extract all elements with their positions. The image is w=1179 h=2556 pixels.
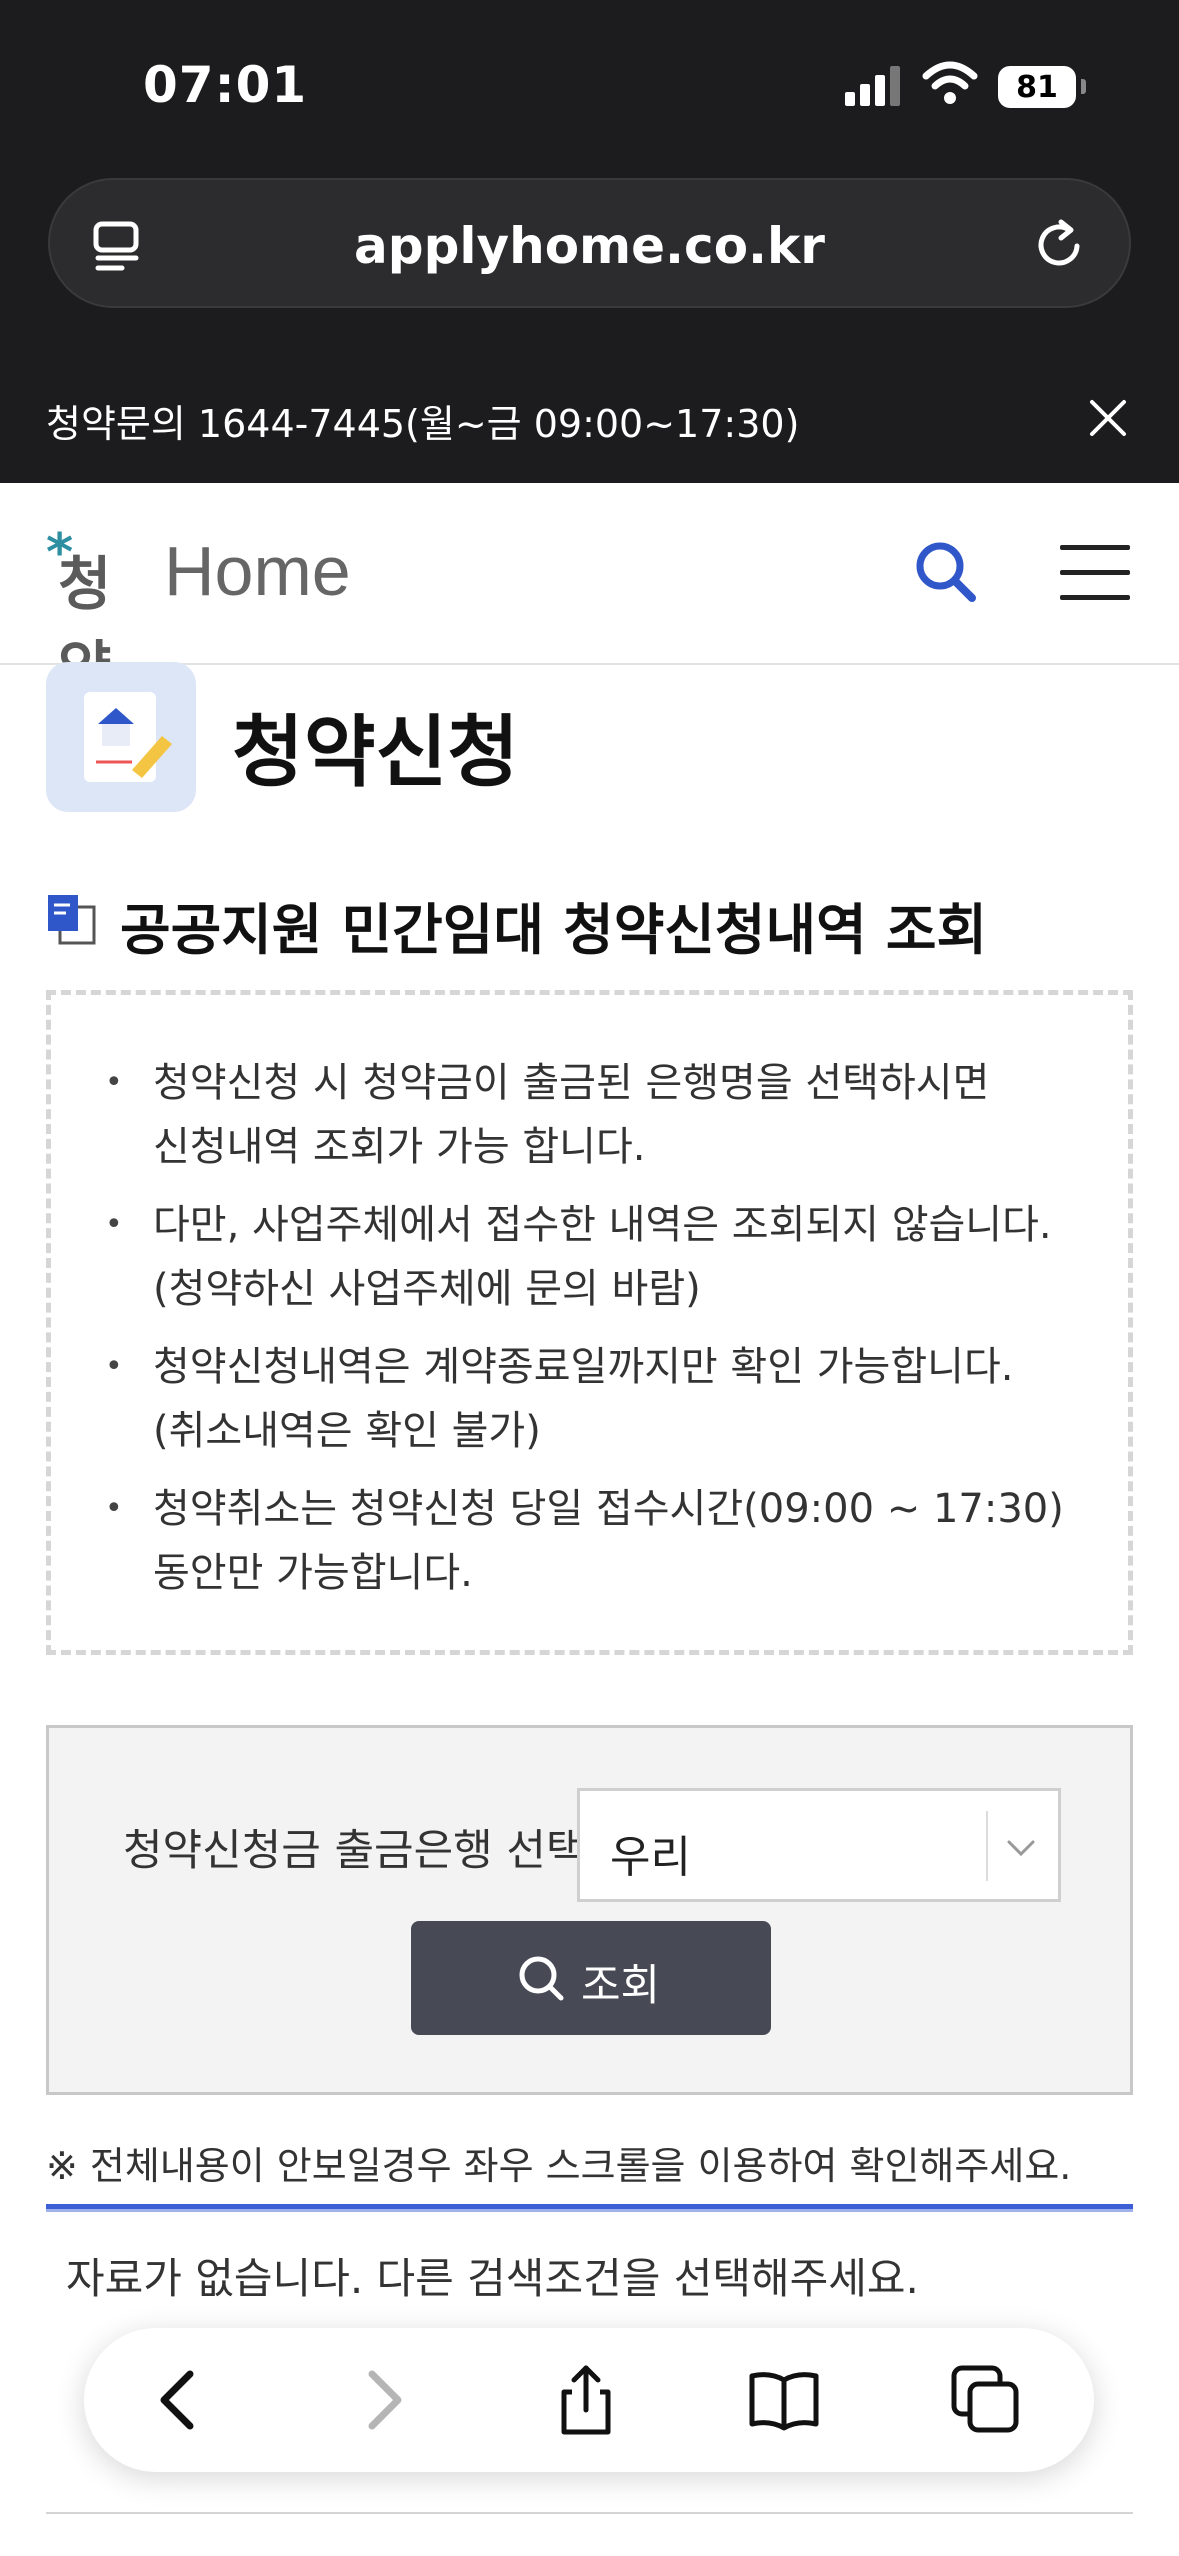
bank-select-value: 우리 xyxy=(610,1832,691,1883)
page-title: 청약신청 xyxy=(232,708,520,798)
document-icon xyxy=(48,895,96,945)
query-button-label: 조회 xyxy=(581,1961,661,2011)
select-divider xyxy=(986,1811,988,1881)
close-icon[interactable] xyxy=(1086,396,1130,440)
info-item-line: (취소내역은 확인 불가) xyxy=(153,1408,541,1454)
empty-result-message: 자료가 없습니다. 다른 검색조건을 선택해주세요. xyxy=(66,2254,919,2303)
search-icon xyxy=(519,1956,564,2001)
inquiry-notice-text: 청약문의 1644-7445(월~금 09:00~17:30) xyxy=(46,402,800,446)
info-item: 청약취소는 청약신청 당일 접수시간(09:00 ~ 17:30) 동안만 가능… xyxy=(105,1477,1105,1605)
info-item: 청약신청 시 청약금이 출금된 은행명을 선택하시면 신청내역 조회가 가능 합… xyxy=(105,1051,1105,1179)
search-form: 청약신청금 출금은행 선택 우리 조회 xyxy=(46,1725,1133,2095)
url-text[interactable]: applyhome.co.kr xyxy=(50,217,1129,275)
wifi-icon xyxy=(922,61,978,104)
reload-icon[interactable] xyxy=(1031,216,1089,274)
battery-indicator: 81 xyxy=(998,66,1086,108)
info-list: 청약신청 시 청약금이 출금된 은행명을 선택하시면 신청내역 조회가 가능 합… xyxy=(105,1051,1105,1619)
info-item: 청약신청내역은 계약종료일까지만 확인 가능합니다. (취소내역은 확인 불가) xyxy=(105,1335,1105,1463)
status-time: 07:01 xyxy=(143,56,308,114)
hamburger-menu-icon[interactable] xyxy=(1060,543,1130,603)
search-icon[interactable] xyxy=(912,538,980,606)
bank-select[interactable]: 우리 xyxy=(577,1788,1061,1902)
tabs-icon[interactable] xyxy=(950,2364,1022,2436)
forward-icon[interactable] xyxy=(346,2364,418,2436)
info-notice-box: 청약신청 시 청약금이 출금된 은행명을 선택하시면 신청내역 조회가 가능 합… xyxy=(46,990,1133,1655)
table-top-rule xyxy=(46,2204,1133,2212)
scroll-note: ※ 전체내용이 안보일경우 좌우 스크롤을 이용하여 확인해주세요. xyxy=(46,2144,1072,2188)
browser-chrome: 07:01 81 applyhome.co.kr 청약문의 1644-7445(… xyxy=(0,0,1179,483)
site-header: * 청약 Home xyxy=(0,483,1179,702)
browser-toolbar xyxy=(84,2328,1094,2472)
back-icon[interactable] xyxy=(144,2364,216,2436)
bank-select-label: 청약신청금 출금은행 선택 xyxy=(123,1826,586,1876)
query-button[interactable]: 조회 xyxy=(411,1921,771,2035)
cellular-signal-icon xyxy=(845,66,901,106)
info-item-line: 다만, 사업주체에서 접수한 내역은 조회되지 않습니다. xyxy=(153,1202,1052,1248)
section-title: 공공지원 민간임대 청약신청내역 조회 xyxy=(120,898,988,962)
chevron-down-icon xyxy=(1007,1840,1035,1857)
logo-english: Home xyxy=(164,532,351,610)
bookmarks-icon[interactable] xyxy=(748,2364,820,2436)
application-icon xyxy=(46,662,196,812)
info-item-line: 청약취소는 청약신청 당일 접수시간(09:00 ~ 17:30) xyxy=(153,1486,1064,1532)
info-item-line: 신청내역 조회가 가능 합니다. xyxy=(153,1124,646,1170)
info-item: 다만, 사업주체에서 접수한 내역은 조회되지 않습니다. (청약하신 사업주체… xyxy=(105,1193,1105,1321)
info-item-line: 청약신청내역은 계약종료일까지만 확인 가능합니다. xyxy=(153,1344,1014,1390)
info-item-line: (청약하신 사업주체에 문의 바람) xyxy=(153,1266,701,1312)
share-icon[interactable] xyxy=(550,2364,622,2436)
info-item-line: 동안만 가능합니다. xyxy=(153,1550,473,1596)
address-bar[interactable]: applyhome.co.kr xyxy=(48,178,1131,308)
info-item-line: 청약신청 시 청약금이 출금된 은행명을 선택하시면 xyxy=(153,1060,990,1106)
table-bottom-rule xyxy=(46,2512,1133,2514)
